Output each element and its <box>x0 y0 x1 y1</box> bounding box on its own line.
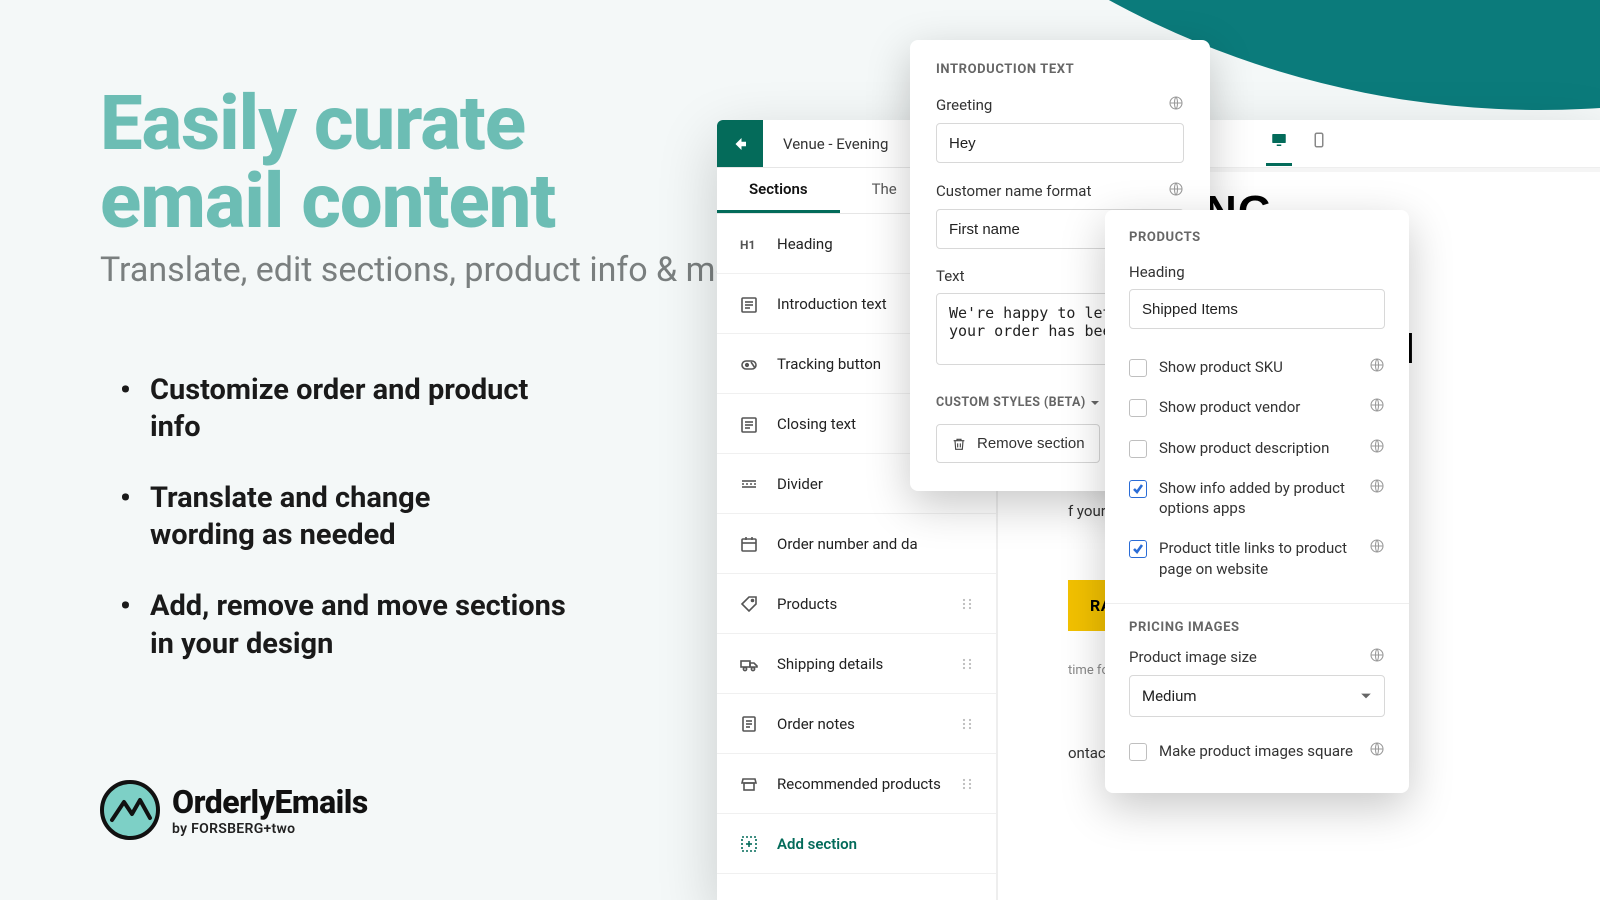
divider-icon <box>739 475 759 493</box>
option-checkbox[interactable]: Show product SKU <box>1129 347 1385 387</box>
panel-title: INTRODUCTION TEXT <box>936 62 1184 77</box>
hero-bullets: Customize order and product info Transla… <box>120 372 580 697</box>
text-block-icon <box>739 295 759 313</box>
name-format-label: Customer name format <box>936 182 1091 200</box>
products-panel: PRODUCTS Heading Show product SKUShow pr… <box>1105 210 1409 793</box>
globe-icon[interactable] <box>1369 478 1385 498</box>
section-label: Shipping details <box>777 655 883 673</box>
back-button[interactable] <box>717 120 763 167</box>
section-label: Recommended products <box>777 775 941 793</box>
section-label: Closing text <box>777 415 856 433</box>
add-icon <box>739 835 759 853</box>
hero-title: Easily curate email content <box>100 85 555 240</box>
globe-icon[interactable] <box>1369 538 1385 558</box>
drag-handle-icon[interactable] <box>960 597 974 611</box>
globe-icon[interactable] <box>1369 647 1385 667</box>
desktop-view-icon[interactable] <box>1266 121 1292 166</box>
shop-icon <box>739 775 759 793</box>
brand-logo: OrderlyEmails by FORSBERG+two <box>100 780 368 840</box>
section-label: Introduction text <box>777 295 887 313</box>
section-label: Heading <box>777 235 833 253</box>
globe-icon[interactable] <box>1168 95 1184 115</box>
section-label: Order number and da <box>777 535 918 553</box>
option-checkbox[interactable]: Show info added by product options apps <box>1129 468 1385 529</box>
section-label: Products <box>777 595 837 613</box>
products-heading-input[interactable] <box>1129 289 1385 329</box>
pricing-images-header: PRICING IMAGES <box>1129 620 1385 635</box>
add-section-button[interactable]: Add section <box>717 814 996 874</box>
section-item-recommended-products[interactable]: Recommended products <box>717 754 996 814</box>
section-item-order-number-and-da[interactable]: Order number and da <box>717 514 996 574</box>
hero-subtitle: Translate, edit sections, product info &… <box>100 248 773 292</box>
option-checkbox[interactable]: Product title links to product page on w… <box>1129 528 1385 589</box>
remove-section-button[interactable]: Remove section <box>936 424 1100 463</box>
square-images-checkbox[interactable]: Make product images square <box>1129 731 1385 771</box>
truck-icon <box>739 655 759 673</box>
add-section-label: Add section <box>777 835 857 853</box>
button-icon <box>739 355 759 373</box>
option-checkbox[interactable]: Show product vendor <box>1129 387 1385 427</box>
image-size-select[interactable]: Medium <box>1129 675 1385 717</box>
products-heading-label: Heading <box>1129 263 1185 281</box>
globe-icon[interactable] <box>1369 397 1385 417</box>
text-label: Text <box>936 267 965 285</box>
section-item-shipping-details[interactable]: Shipping details <box>717 634 996 694</box>
image-size-label: Product image size <box>1129 648 1257 666</box>
greeting-label: Greeting <box>936 96 992 114</box>
section-label: Divider <box>777 475 823 493</box>
note-icon <box>739 715 759 733</box>
text-block-icon <box>739 415 759 433</box>
section-label: Tracking button <box>777 355 881 373</box>
template-name[interactable]: Venue - Evening <box>763 120 919 167</box>
greeting-input[interactable] <box>936 123 1184 163</box>
option-checkbox[interactable]: Show product description <box>1129 428 1385 468</box>
calendar-icon <box>739 535 759 553</box>
drag-handle-icon[interactable] <box>960 657 974 671</box>
brand-name: OrderlyEmails <box>172 783 368 821</box>
section-item-products[interactable]: Products <box>717 574 996 634</box>
globe-icon[interactable] <box>1369 357 1385 377</box>
tab-sections[interactable]: Sections <box>717 168 840 213</box>
globe-icon[interactable] <box>1369 438 1385 458</box>
globe-icon[interactable] <box>1369 741 1385 761</box>
mobile-view-icon[interactable] <box>1306 121 1332 166</box>
drag-handle-icon[interactable] <box>960 717 974 731</box>
globe-icon[interactable] <box>1168 181 1184 201</box>
section-item-order-notes[interactable]: Order notes <box>717 694 996 754</box>
brand-byline: by FORSBERG+two <box>172 821 368 837</box>
tag-icon <box>739 595 759 613</box>
section-label: Order notes <box>777 715 855 733</box>
svg-text:H1: H1 <box>740 238 755 252</box>
heading-icon: H1 <box>739 235 759 253</box>
drag-handle-icon[interactable] <box>960 777 974 791</box>
panel-title: PRODUCTS <box>1129 230 1385 245</box>
